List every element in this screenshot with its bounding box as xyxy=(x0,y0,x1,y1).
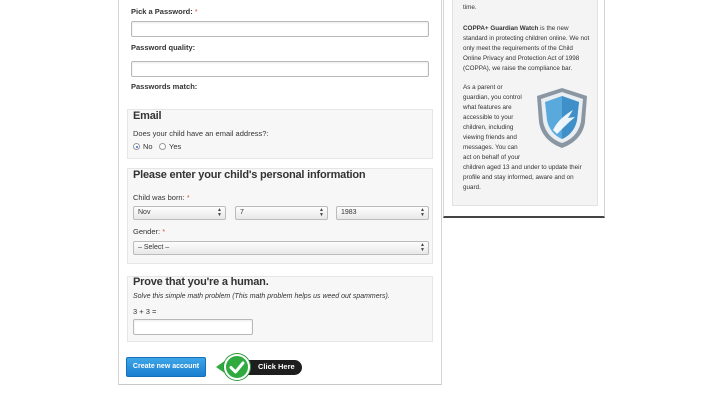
password-quality-label: Password quality: xyxy=(131,43,196,52)
sidebar-paragraph-2-tail: act on behalf of your children aged 13 a… xyxy=(463,154,582,191)
birth-day-select[interactable]: 7 ▲ ▼ xyxy=(235,206,328,220)
sidebar-paragraph-2: As a parent or guardian, you control wha… xyxy=(463,84,522,151)
captcha-section: Prove that you're a human. Solve this si… xyxy=(127,276,433,342)
sidebar-paragraph-1: COPPA+ Guardian Watch is the new standar… xyxy=(463,25,590,72)
born-label: Child was born: * xyxy=(133,193,190,202)
email-section-title: Email xyxy=(133,110,162,122)
confirm-password-input[interactable] xyxy=(131,61,429,77)
password-label: Pick a Password: * xyxy=(131,7,198,16)
email-section: Email Does your child have an email addr… xyxy=(127,109,433,159)
passwords-match-label: Passwords match: xyxy=(131,82,198,91)
registration-form: Pick a Password: * Password quality: Pas… xyxy=(118,0,442,385)
create-account-button[interactable]: Create new account xyxy=(126,357,206,377)
gender-select[interactable]: – Select – ▲ ▼ xyxy=(133,241,429,255)
radio-no[interactable] xyxy=(133,143,140,150)
email-question: Does your child have an email address?: xyxy=(133,129,269,138)
sidebar-top-line: time. xyxy=(463,4,477,11)
birth-year-select[interactable]: 1983 ▲ ▼ xyxy=(336,206,429,220)
radio-yes-label: Yes xyxy=(169,142,182,151)
product-name: COPPA+ Guardian Watch xyxy=(463,25,539,32)
personal-section-title: Please enter your child's personal infor… xyxy=(133,169,366,181)
info-sidebar: time. COPPA+ Guardian Watch is the new s… xyxy=(443,0,605,218)
shield-icon xyxy=(537,88,587,148)
click-here-callout[interactable]: Click Here xyxy=(216,354,304,380)
personal-info-section: Please enter your child's personal infor… xyxy=(127,168,433,264)
captcha-section-title: Prove that you're a human. xyxy=(133,276,269,288)
checkmark-icon xyxy=(224,354,250,380)
radio-yes[interactable] xyxy=(159,143,166,150)
radio-no-label: No xyxy=(143,142,153,151)
birth-month-select[interactable]: Nov ▲ ▼ xyxy=(133,206,226,220)
info-panel: time. COPPA+ Guardian Watch is the new s… xyxy=(452,0,598,206)
captcha-description: Solve this simple math problem (This mat… xyxy=(133,293,390,300)
password-input[interactable] xyxy=(131,21,429,37)
gender-label: Gender: * xyxy=(133,227,166,236)
captcha-problem: 3 + 3 = xyxy=(133,307,157,316)
captcha-answer-input[interactable] xyxy=(133,319,253,335)
click-here-label: Click Here xyxy=(258,362,295,371)
